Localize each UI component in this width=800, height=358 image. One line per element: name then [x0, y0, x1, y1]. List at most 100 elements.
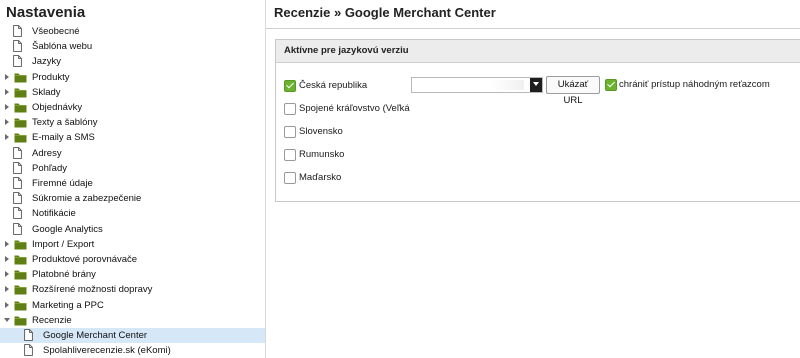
expand-down-icon[interactable]	[4, 317, 10, 322]
sidebar-item-label: Objednávky	[32, 102, 83, 113]
expand-right-icon[interactable]	[5, 301, 9, 308]
expand-right-icon[interactable]	[5, 119, 9, 126]
folder-icon	[14, 255, 27, 265]
sidebar-item[interactable]: Import / Export	[0, 237, 265, 252]
sidebar-item-label: Firemné údaje	[32, 178, 93, 189]
page-title: Recenzie » Google Merchant Center	[274, 5, 496, 20]
expand-right-icon[interactable]	[5, 271, 9, 278]
country-checkbox[interactable]	[284, 149, 296, 161]
country-checkbox[interactable]	[284, 172, 296, 184]
page-icon	[24, 344, 33, 357]
expand-right-icon[interactable]	[5, 240, 9, 247]
sidebar-item[interactable]: Google Analytics	[0, 222, 265, 237]
folder-icon	[14, 316, 27, 326]
sidebar-item-label: Google Analytics	[32, 223, 103, 235]
sidebar-item[interactable]: Spolahliverecenzie.sk (eKomi)	[0, 343, 265, 358]
sidebar-item[interactable]: Objednávky	[0, 100, 265, 115]
sidebar-item[interactable]: Google Merchant Center	[0, 328, 265, 343]
sidebar-item-label: Všeobecné	[32, 26, 80, 37]
protect-access-label: chrániť prístup náhodným reťazcom	[619, 79, 770, 90]
sidebar-item-label: Pohľady	[32, 162, 67, 174]
sidebar-item[interactable]: Pohľady	[0, 161, 265, 176]
sidebar-item-label: Recenzie	[32, 314, 72, 326]
sidebar-item-label: Notifikácie	[32, 208, 76, 220]
sidebar-item[interactable]: Platobné brány	[0, 267, 265, 282]
country-checkbox[interactable]	[284, 80, 296, 92]
sidebar-item-label: Jazyky	[32, 56, 62, 68]
sidebar-item[interactable]: Notifikácie	[0, 206, 265, 221]
sidebar-item[interactable]: Marketing a PPC	[0, 298, 265, 313]
sidebar-item[interactable]: Sklady	[0, 85, 265, 100]
country-checkbox[interactable]	[284, 103, 296, 115]
sidebar-item-label: E-maily a SMS	[32, 132, 95, 144]
expand-right-icon[interactable]	[5, 104, 9, 110]
page-icon	[13, 222, 22, 235]
folder-icon	[14, 73, 27, 83]
settings-sidebar: Nastavenia Všeobecné Šablóna webu Jazyky Pr…	[0, 0, 266, 358]
page-icon	[13, 177, 22, 189]
sidebar-item[interactable]: Produkty	[0, 70, 265, 85]
page-icon	[13, 146, 22, 159]
sidebar-item-label: Adresy	[32, 147, 62, 159]
chevron-down-icon[interactable]	[530, 78, 542, 92]
sidebar-item-label: Texty a šablóny	[32, 117, 98, 129]
country-label: Slovensko	[299, 126, 343, 137]
sidebar-item[interactable]: Produktové porovnávače	[0, 252, 265, 267]
language-panel: Aktívne pre jazykovú verziu Česká republ…	[275, 39, 800, 202]
sidebar-item-label: Marketing a PPC	[32, 299, 104, 311]
show-url-button[interactable]: Ukázať URL	[546, 76, 600, 106]
country-label: Česká republika	[299, 80, 368, 91]
page-icon	[13, 55, 22, 68]
folder-icon	[14, 301, 27, 311]
folder-icon	[14, 240, 27, 250]
expand-right-icon[interactable]	[5, 256, 9, 262]
sidebar-item-label: Šablóna webu	[32, 41, 93, 53]
page-icon	[13, 161, 22, 174]
sidebar-item-label: Platobné brány	[32, 269, 96, 281]
expand-right-icon[interactable]	[5, 286, 9, 293]
country-label: Spojené kráľovstvo (Veľká	[299, 103, 410, 114]
sidebar-item[interactable]: Texty a šablóny	[0, 115, 265, 130]
country-label: Maďarsko	[299, 172, 342, 183]
sidebar-item[interactable]: E-maily a SMS	[0, 130, 265, 145]
page-icon	[24, 329, 33, 341]
sidebar-item[interactable]: Adresy	[0, 146, 265, 161]
page-icon	[13, 207, 22, 220]
folder-icon	[14, 285, 27, 295]
protect-access-checkbox[interactable]	[605, 79, 617, 91]
main-content: Recenzie » Google Merchant Center Aktívn…	[266, 0, 800, 358]
page-icon	[13, 25, 22, 37]
sidebar-item-label: Súkromie a zabezpečenie	[32, 193, 142, 205]
sidebar-item[interactable]: Všeobecné	[0, 24, 265, 39]
page-icon	[13, 40, 22, 53]
folder-icon	[14, 118, 27, 128]
sidebar-item-label: Rozšírené možnosti dopravy	[32, 284, 153, 296]
folder-icon	[14, 103, 27, 113]
expand-right-icon[interactable]	[5, 134, 9, 141]
sidebar-item-label: Google Merchant Center	[43, 330, 148, 341]
sidebar-item[interactable]: Súkromie a zabezpečenie	[0, 191, 265, 206]
sidebar-item-label: Spolahliverecenzie.sk (eKomi)	[43, 345, 171, 357]
sidebar-item-label: Produktové porovnávače	[32, 254, 138, 265]
page-icon	[13, 192, 22, 205]
country-checkbox[interactable]	[284, 126, 296, 138]
folder-icon	[14, 270, 27, 280]
panel-header: Aktívne pre jazykovú verziu	[276, 40, 800, 63]
sidebar-item-label: Sklady	[32, 86, 61, 98]
sidebar-item[interactable]: Šablóna webu	[0, 39, 265, 54]
folder-icon	[14, 88, 27, 98]
url-select-value	[414, 80, 524, 90]
folder-icon	[14, 133, 27, 143]
country-label: Rumunsko	[299, 149, 345, 160]
title-divider	[266, 28, 800, 29]
url-select[interactable]	[411, 77, 543, 93]
sidebar-item[interactable]: Firemné údaje	[0, 176, 265, 191]
sidebar-item[interactable]: Jazyky	[0, 54, 265, 69]
sidebar-item-label: Import / Export	[32, 238, 95, 250]
expand-right-icon[interactable]	[5, 88, 9, 95]
expand-right-icon[interactable]	[5, 73, 9, 80]
sidebar-item-label: Produkty	[32, 71, 70, 83]
sidebar-item[interactable]: Rozšírené možnosti dopravy	[0, 282, 265, 297]
sidebar-title: Nastavenia	[6, 4, 86, 21]
sidebar-item[interactable]: Recenzie	[0, 313, 265, 328]
